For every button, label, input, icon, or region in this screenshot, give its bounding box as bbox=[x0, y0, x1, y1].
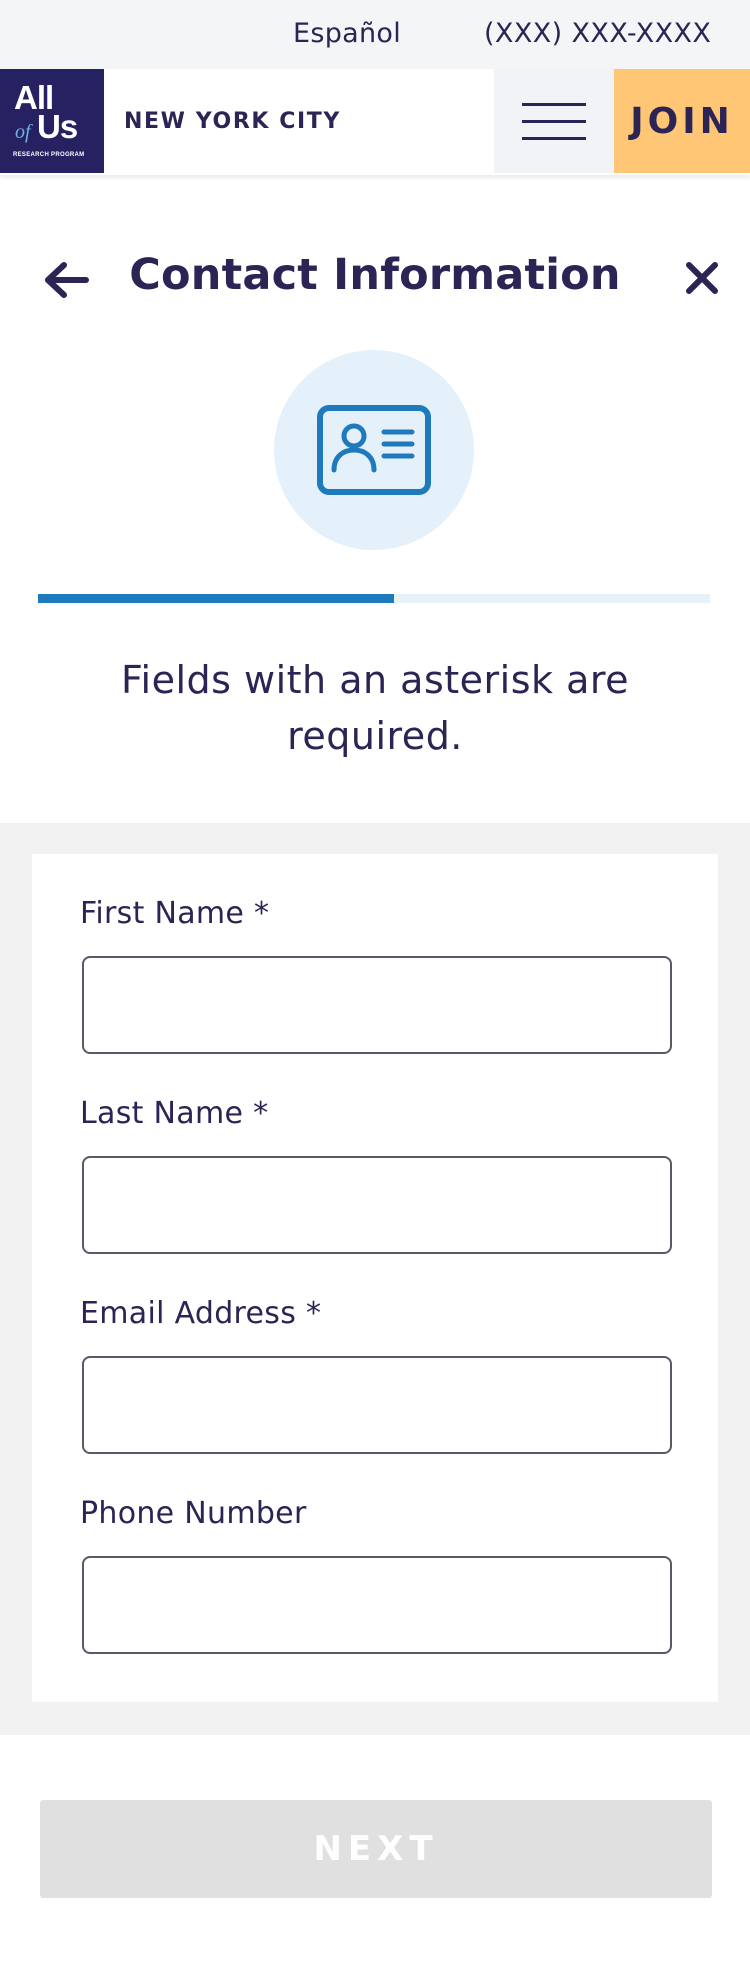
first-name-label: First Name * bbox=[80, 896, 270, 931]
contact-form: First Name * Last Name * Email Address *… bbox=[32, 854, 718, 1702]
first-name-input[interactable] bbox=[82, 956, 672, 1054]
required-fields-note: Fields with an asterisk are required. bbox=[120, 658, 630, 758]
page: Español (XXX) XXX-XXXX All of Us RESEARC… bbox=[0, 0, 750, 1962]
next-button[interactable]: NEXT bbox=[40, 1800, 712, 1898]
arrow-left-icon bbox=[45, 262, 89, 298]
step-icon-circle bbox=[274, 350, 474, 550]
menu-button[interactable] bbox=[494, 69, 614, 173]
logo-of-text: of bbox=[15, 121, 31, 143]
logo-us-text: Us bbox=[37, 108, 78, 145]
utility-bar: Español (XXX) XXX-XXXX bbox=[0, 0, 750, 69]
last-name-label: Last Name * bbox=[80, 1096, 269, 1131]
email-address-label: Email Address * bbox=[80, 1296, 322, 1331]
progress-bar-fill bbox=[38, 594, 395, 603]
language-link[interactable]: Español bbox=[293, 18, 401, 49]
logo-subtitle: RESEARCH PROGRAM bbox=[13, 152, 85, 158]
city-label: NEW YORK CITY bbox=[124, 109, 341, 134]
back-button[interactable] bbox=[44, 258, 92, 302]
last-name-input[interactable] bbox=[82, 1156, 672, 1254]
site-header: All of Us RESEARCH PROGRAM NEW YORK CITY… bbox=[0, 69, 750, 175]
phone-number-label: Phone Number bbox=[80, 1496, 307, 1531]
join-button[interactable]: JOIN bbox=[614, 69, 750, 173]
all-of-us-logo[interactable]: All of Us RESEARCH PROGRAM bbox=[0, 69, 104, 173]
email-address-input[interactable] bbox=[82, 1356, 672, 1454]
contact-card-icon bbox=[317, 405, 431, 495]
close-x-icon bbox=[686, 262, 718, 294]
phone-number-link[interactable]: (XXX) XXX-XXXX bbox=[484, 18, 711, 49]
page-title: Contact Information bbox=[129, 250, 621, 300]
phone-number-input[interactable] bbox=[82, 1556, 672, 1654]
progress-bar bbox=[38, 594, 710, 603]
close-button[interactable] bbox=[684, 260, 720, 296]
